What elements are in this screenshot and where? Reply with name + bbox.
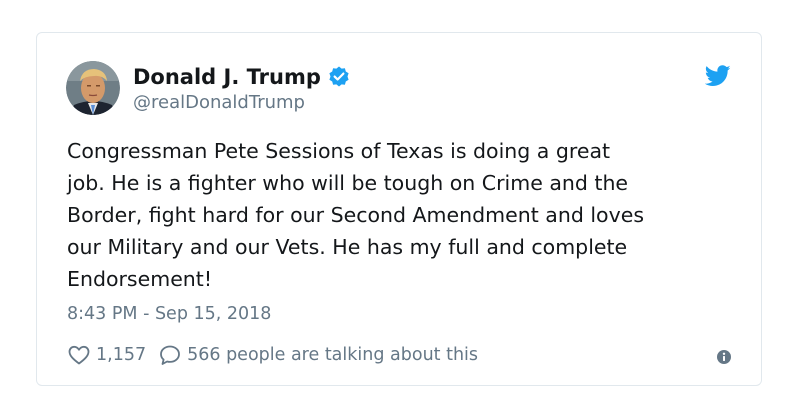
tweet-text-line: Endorsement! (67, 267, 213, 291)
tweet-text-line: job. He is a fighter who will be tough o… (67, 171, 629, 195)
avatar-image (66, 61, 120, 115)
tweet-text-line: our Military and our Vets. He has my ful… (67, 235, 628, 259)
heart-icon[interactable] (67, 343, 91, 367)
engagement-bar: 1,157 566 people are talking about this (67, 342, 478, 368)
tweet-text-line: Border, fight hard for our Second Amendm… (67, 203, 645, 227)
verified-badge-icon (327, 65, 351, 89)
author-handle[interactable]: @realDonaldTrump (133, 92, 305, 113)
twitter-bird-icon[interactable] (704, 65, 731, 87)
tweet-timestamp[interactable]: 8:43 PM - Sep 15, 2018 (67, 304, 271, 324)
tweet-text-line: Congressman Pete Sessions of Texas is do… (67, 139, 611, 163)
like-count[interactable]: 1,157 (96, 345, 146, 365)
conversation-link[interactable]: 566 people are talking about this (187, 345, 478, 365)
author-name-row: Donald J. Trump (133, 63, 351, 91)
tweet-text: Congressman Pete Sessions of Texas is do… (67, 135, 737, 295)
author-display-name[interactable]: Donald J. Trump (133, 65, 321, 89)
info-icon[interactable] (717, 349, 731, 364)
avatar[interactable] (66, 61, 120, 115)
speech-bubble-icon[interactable] (158, 343, 182, 367)
tweet-card: Donald J. Trump @realDonaldTrump Congres… (36, 32, 762, 386)
